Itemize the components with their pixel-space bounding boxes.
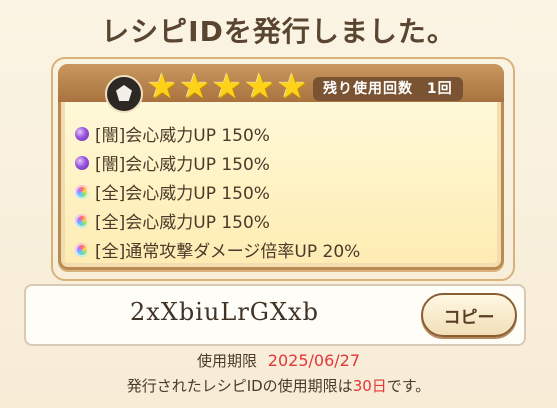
star-icon: ★ bbox=[179, 67, 210, 107]
skill-list: [闇]会心威力UP 150% [闇]会心威力UP 150% [全]会心威力UP … bbox=[75, 119, 360, 264]
star-icon: ★ bbox=[276, 67, 308, 107]
dark-element-orb-icon bbox=[75, 126, 89, 141]
expiry-note: 発行されたレシピIDの使用期限は30日です。 bbox=[0, 375, 557, 396]
note-days: 30日 bbox=[352, 377, 387, 395]
page-title: レシピIDを発行しました。 bbox=[101, 15, 456, 48]
skill-text: [全]会心威力UP 150% bbox=[95, 184, 270, 204]
remaining-uses-badge: 残り使用回数 1回 bbox=[313, 77, 463, 101]
note-prefix: 発行されたレシピIDの使用期限は bbox=[126, 377, 353, 395]
remaining-uses-value: 1回 bbox=[426, 81, 453, 97]
star-icon: ★ bbox=[211, 67, 243, 107]
crest-icon bbox=[105, 75, 143, 113]
dark-element-orb-icon bbox=[75, 155, 89, 170]
skill-text: [闇]会心威力UP 150% bbox=[95, 126, 270, 146]
all-element-orb-icon bbox=[75, 242, 89, 257]
star-icon: ★ bbox=[147, 67, 178, 107]
skill-item: [闇]会心威力UP 150% bbox=[75, 119, 360, 148]
recipe-id-box: 2xXbiuLrGXxb コピー bbox=[24, 284, 526, 346]
copy-button[interactable]: コピー bbox=[421, 293, 517, 337]
all-element-orb-icon bbox=[75, 213, 89, 228]
skill-item: [全]会心威力UP 150% bbox=[75, 206, 360, 235]
star-icon: ★ bbox=[244, 67, 275, 107]
expiry-label: 使用期限 bbox=[196, 352, 257, 370]
recipe-id-text[interactable]: 2xXbiuLrGXxb bbox=[130, 298, 319, 326]
all-element-orb-icon bbox=[75, 184, 89, 199]
recipe-card: ★ ★ ★ ★ ★ 残り使用回数 1回 [闇]会心威力UP 150% [闇]会心… bbox=[51, 57, 515, 281]
skill-text: [全]会心威力UP 150% bbox=[95, 213, 270, 233]
expiry-date: 2025/06/27 bbox=[267, 351, 360, 370]
star-rating: ★ ★ ★ ★ ★ bbox=[147, 70, 307, 104]
skill-text: [全]通常攻撃ダメージ倍率UP 20% bbox=[95, 242, 361, 262]
expiry-line: 使用期限 2025/06/27 bbox=[0, 350, 557, 371]
note-suffix: です。 bbox=[386, 377, 431, 395]
skill-item: [全]会心威力UP 150% bbox=[75, 177, 360, 206]
remaining-uses-label: 残り使用回数 bbox=[323, 81, 413, 97]
skill-item: [闇]会心威力UP 150% bbox=[75, 148, 360, 177]
skill-item: [全]通常攻撃ダメージ倍率UP 20% bbox=[75, 235, 360, 264]
skill-text: [闇]会心威力UP 150% bbox=[95, 155, 270, 175]
